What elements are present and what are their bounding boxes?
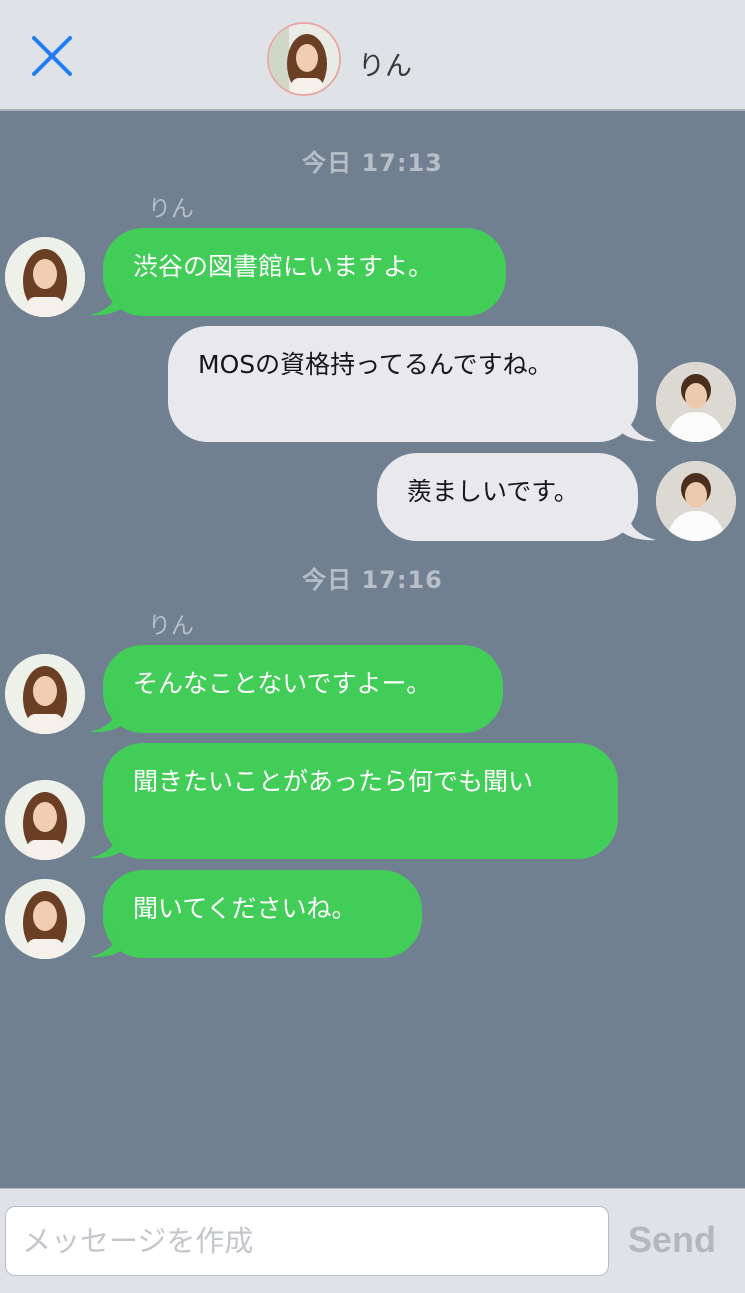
avatar[interactable] <box>5 654 85 734</box>
close-button[interactable] <box>26 30 78 82</box>
close-icon <box>32 36 72 76</box>
message-bubble-outgoing[interactable]: MOSの資格持ってるんですね。 <box>168 326 638 442</box>
bubble-tail <box>90 289 124 316</box>
message-text: MOSの資格持ってるんですね。 <box>198 350 553 379</box>
sender-name: りん <box>148 613 194 639</box>
bubble-tail <box>622 514 656 541</box>
avatar[interactable] <box>5 780 85 860</box>
message-text: 聞いてくださいね。 <box>133 894 357 923</box>
contact-name: りん <box>358 51 412 82</box>
message-bubble-incoming[interactable]: そんなことないですよー。 <box>103 645 503 733</box>
chat-header: りん <box>0 0 745 111</box>
bubble-tail <box>90 931 124 958</box>
message-text: 渋谷の図書館にいますよ。 <box>133 252 434 281</box>
avatar[interactable] <box>5 237 85 317</box>
avatar[interactable] <box>5 879 85 959</box>
composer-bar: Send <box>0 1188 745 1293</box>
contact-avatar[interactable] <box>267 22 341 96</box>
bubble-tail <box>622 415 656 442</box>
message-text: そんなことないですよー。 <box>133 669 432 698</box>
my-avatar[interactable] <box>656 362 736 442</box>
my-avatar[interactable] <box>656 461 736 541</box>
message-bubble-incoming[interactable]: 聞いてくださいね。 <box>103 870 422 958</box>
send-button[interactable]: Send <box>628 1219 716 1261</box>
timestamp: 今日 17:13 <box>302 149 443 177</box>
bubble-tail <box>90 706 124 733</box>
message-text: 聞きたいことがあったら何でも聞い <box>133 767 534 796</box>
bubble-tail <box>90 832 124 859</box>
message-bubble-outgoing[interactable]: 羨ましいです。 <box>377 453 638 541</box>
message-bubble-incoming[interactable]: 聞きたいことがあったら何でも聞い <box>103 743 618 859</box>
message-list[interactable]: 今日 17:13 りん 渋谷の図書館にいますよ。 MOSの資格持ってるんですね。… <box>0 113 745 1188</box>
sender-name: りん <box>148 196 194 222</box>
message-input[interactable] <box>5 1206 609 1276</box>
timestamp: 今日 17:16 <box>302 566 443 594</box>
message-bubble-incoming[interactable]: 渋谷の図書館にいますよ。 <box>103 228 506 316</box>
message-text: 羨ましいです。 <box>407 477 579 506</box>
